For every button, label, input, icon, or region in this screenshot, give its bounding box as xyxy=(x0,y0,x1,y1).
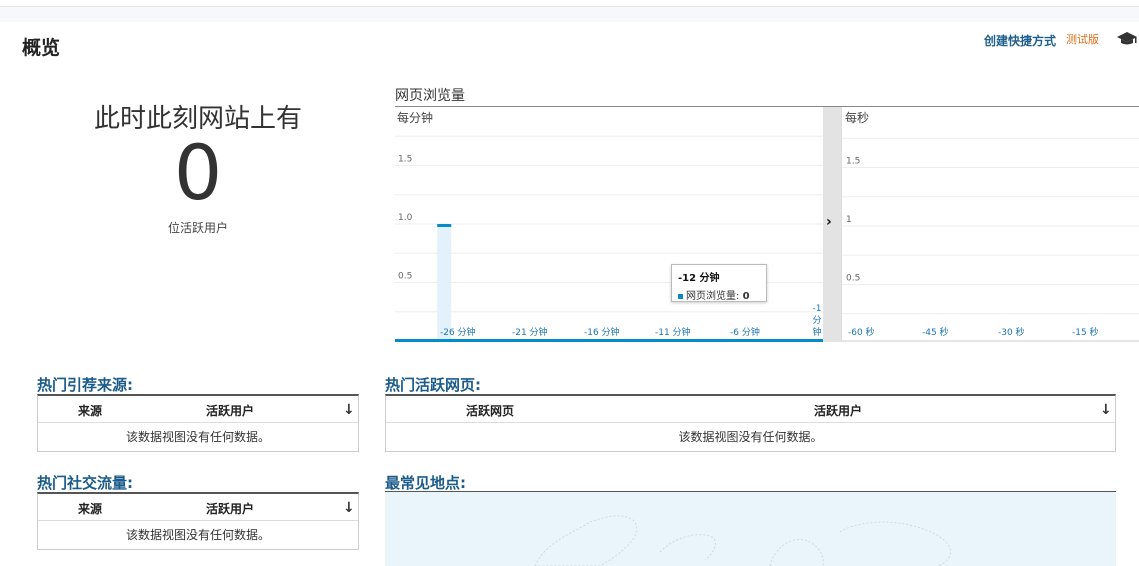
social-title: 热门社交流量: xyxy=(37,474,133,492)
empty-message: 该数据视图没有任何数据。 xyxy=(678,430,823,444)
col-source[interactable]: 来源 xyxy=(78,402,102,419)
referrals-title: 热门引荐来源: xyxy=(37,376,133,394)
tooltip-title: -12 分钟 xyxy=(678,273,720,284)
x-tick-label: -11 分钟 xyxy=(655,326,691,338)
create-shortcut-link[interactable]: 创建快捷方式 xyxy=(984,32,1056,49)
x-tick-label: 钟 xyxy=(812,326,821,338)
col-active-users[interactable]: 活跃用户 xyxy=(814,402,862,419)
x-tick-label: -30 秒 xyxy=(998,326,1025,338)
bar xyxy=(437,224,452,341)
tooltip-row: 网页浏览量: 0 xyxy=(678,287,760,302)
per-minute-chart-svg: 1.5 1.0 0.5 -26 分钟 -21 分钟 -16 分钟 -11 分钟 -6 分钟 -1… xyxy=(395,135,823,342)
x-tick-label: 分 xyxy=(812,315,821,326)
beta-badge: 测试版 xyxy=(1066,33,1099,46)
sort-down-icon[interactable]: ↓ xyxy=(1100,402,1112,418)
x-tick-label: -6 分钟 xyxy=(730,326,760,338)
chart-tooltip: -12 分钟 网页浏览量: 0 xyxy=(671,264,767,302)
live-users-count: 0 xyxy=(173,128,223,217)
x-tick-label: -60 秒 xyxy=(848,326,875,338)
table-header: 活跃网页 活跃用户 ↓ xyxy=(386,396,1115,423)
tooltip-series-label: 网页浏览量: xyxy=(686,291,740,302)
baseline xyxy=(395,339,823,342)
pages-title: 热门活跃网页: xyxy=(385,376,481,394)
table-header: 来源 活跃用户 ↓ xyxy=(38,494,358,521)
live-users-unit: 位活跃用户 xyxy=(167,221,228,235)
per-minute-chart[interactable]: 每分钟 1.5 1.0 0.5 -26 分钟 -21 分钟 -16 分钟 -11 分钟 -6 … xyxy=(395,107,823,342)
col-active-page[interactable]: 活跃网页 xyxy=(466,402,514,419)
y-tick-label: 1.0 xyxy=(398,213,413,223)
x-tick-label: -26 分钟 xyxy=(440,326,476,338)
y-tick-label: 0.5 xyxy=(846,274,860,284)
x-tick-label: -45 秒 xyxy=(922,326,949,338)
chevron-right-icon[interactable]: › xyxy=(826,214,832,230)
col-active-users[interactable]: 活跃用户 xyxy=(206,402,254,419)
top-band xyxy=(0,7,1139,22)
y-tick-label: 1.5 xyxy=(398,155,412,165)
col-active-users[interactable]: 活跃用户 xyxy=(206,500,254,517)
y-tick-label: 1.5 xyxy=(846,157,860,167)
x-tick-label: -16 分钟 xyxy=(584,326,620,338)
empty-message: 该数据视图没有任何数据。 xyxy=(125,528,270,542)
x-tick-label: -15 秒 xyxy=(1072,326,1099,338)
y-tick-label: 0.5 xyxy=(398,272,412,282)
pageviews-title: 网页浏览量 xyxy=(395,88,465,104)
tooltip-value: 0 xyxy=(742,291,750,302)
referrals-table: 来源 活跃用户 ↓ 该数据视图没有任何数据。 xyxy=(37,394,359,452)
per-second-chart[interactable]: 每秒 1.5 1 0.5 -60 秒 -45 秒 -30 秒 -15 秒 xyxy=(841,107,1139,342)
social-table: 来源 活跃用户 ↓ 该数据视图没有任何数据。 xyxy=(37,492,359,550)
y-tick-label: 1 xyxy=(846,215,852,225)
sort-down-icon[interactable]: ↓ xyxy=(343,402,355,418)
bar-cap xyxy=(437,224,452,227)
x-tick-label: -1 xyxy=(813,304,822,314)
pages-table: 活跃网页 活跃用户 ↓ 该数据视图没有任何数据。 xyxy=(385,394,1116,452)
per-second-chart-svg: 1.5 1 0.5 -60 秒 -45 秒 -30 秒 -15 秒 xyxy=(842,137,1139,342)
world-map[interactable] xyxy=(385,492,1116,566)
sort-down-icon[interactable]: ↓ xyxy=(343,500,355,516)
x-tick-label: -21 分钟 xyxy=(512,326,548,338)
series-dot-icon xyxy=(678,293,683,299)
empty-message: 该数据视图没有任何数据。 xyxy=(125,430,270,444)
world-map-outline xyxy=(534,515,952,566)
col-source[interactable]: 来源 xyxy=(78,500,102,517)
graduation-cap-icon[interactable] xyxy=(1116,31,1138,51)
table-header: 来源 活跃用户 ↓ xyxy=(38,396,358,423)
locations-title: 最常见地点: xyxy=(385,474,466,492)
page-title: 概览 xyxy=(22,37,61,59)
